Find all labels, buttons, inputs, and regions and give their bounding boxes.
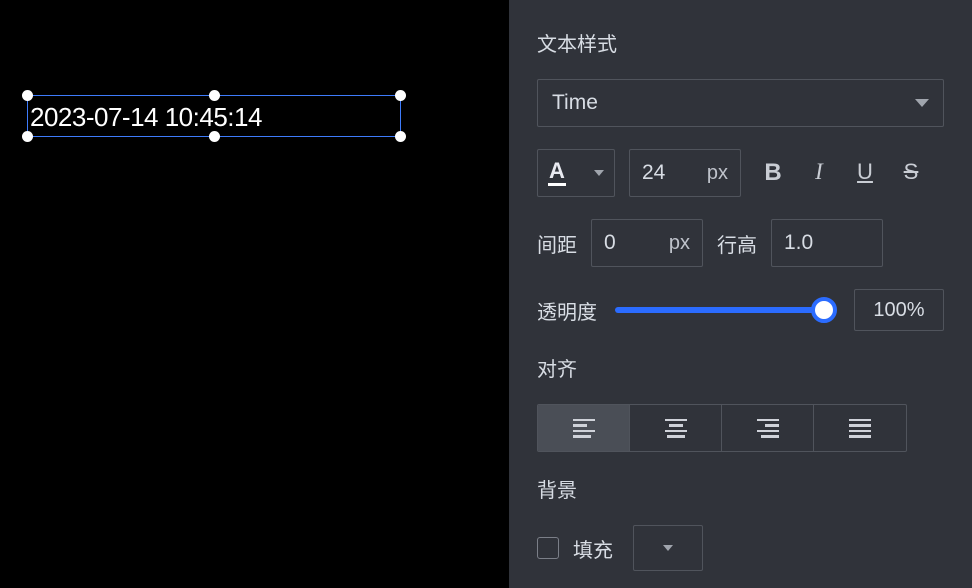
align-center-button[interactable] <box>630 405 722 451</box>
opacity-label: 透明度 <box>537 296 597 325</box>
strikethrough-button[interactable]: S <box>895 159 927 187</box>
bold-button[interactable]: B <box>757 159 789 187</box>
line-height-input[interactable] <box>784 231 870 255</box>
chevron-down-icon <box>915 99 929 107</box>
fill-checkbox[interactable] <box>537 537 559 559</box>
align-justify-icon <box>849 419 871 438</box>
resize-handle-bl[interactable] <box>22 131 33 142</box>
text-color-picker[interactable]: A <box>537 149 615 197</box>
align-left-icon <box>573 419 595 438</box>
slider-thumb[interactable] <box>811 297 837 323</box>
canvas-area[interactable]: 2023-07-14 10:45:14 <box>0 0 509 588</box>
font-size-input[interactable] <box>642 161 703 185</box>
resize-handle-br[interactable] <box>395 131 406 142</box>
resize-handle-tl[interactable] <box>22 90 33 101</box>
line-height-label: 行高 <box>717 229 757 258</box>
resize-handle-bm[interactable] <box>209 131 220 142</box>
text-color-swatch: A <box>548 160 566 186</box>
letter-spacing-input[interactable] <box>604 231 665 255</box>
font-size-unit: px <box>707 162 728 185</box>
opacity-input[interactable] <box>855 299 943 322</box>
align-justify-button[interactable] <box>814 405 906 451</box>
align-center-icon <box>665 419 687 438</box>
align-button-group <box>537 404 907 452</box>
slider-track <box>615 307 836 313</box>
align-right-button[interactable] <box>722 405 814 451</box>
section-title-align: 对齐 <box>537 353 944 382</box>
line-height-field[interactable] <box>771 219 883 267</box>
font-size-field[interactable]: px <box>629 149 741 197</box>
chevron-down-icon <box>594 170 604 176</box>
resize-handle-tr[interactable] <box>395 90 406 101</box>
letter-spacing-label: 间距 <box>537 229 577 258</box>
letter-spacing-unit: px <box>669 232 690 255</box>
resize-handle-tm[interactable] <box>209 90 220 101</box>
align-right-icon <box>757 419 779 438</box>
letter-spacing-field[interactable]: px <box>591 219 703 267</box>
section-title-background: 背景 <box>537 474 944 503</box>
canvas-text: 2023-07-14 10:45:14 <box>28 102 264 132</box>
font-family-select[interactable]: Time <box>537 79 944 127</box>
section-title-text-style: 文本样式 <box>537 28 944 57</box>
align-left-button[interactable] <box>538 405 630 451</box>
selected-text-element[interactable]: 2023-07-14 10:45:14 <box>27 95 401 137</box>
opacity-slider[interactable] <box>615 290 836 330</box>
underline-button[interactable]: U <box>849 159 881 187</box>
fill-color-picker[interactable] <box>633 525 703 571</box>
properties-panel: 文本样式 Time A px B I U S 间距 px 行高 <box>509 0 972 588</box>
italic-button[interactable]: I <box>803 159 835 187</box>
opacity-field[interactable] <box>854 289 944 331</box>
font-family-value: Time <box>552 91 915 115</box>
fill-label: 填充 <box>573 534 613 563</box>
chevron-down-icon <box>663 545 673 551</box>
